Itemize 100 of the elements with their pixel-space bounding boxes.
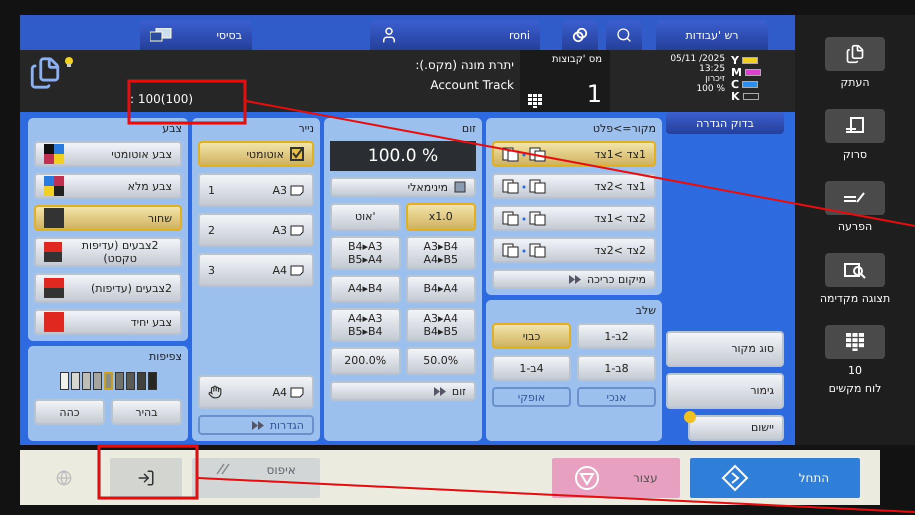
toner-letter: Y — [731, 54, 740, 66]
mode-tab[interactable]: בסיסי — [140, 20, 252, 50]
preview-icon — [844, 261, 866, 279]
double-arrow-icon — [434, 386, 446, 396]
tray-button[interactable]: 3 A4 — [198, 253, 314, 287]
panel-title: זום — [460, 122, 476, 135]
panel-title: שלב — [634, 304, 656, 317]
start-button[interactable]: התחל — [690, 458, 860, 498]
stop-icon — [574, 464, 600, 490]
color-option[interactable]: צבע אוטומטי — [34, 141, 182, 167]
interrupt-icon — [843, 191, 867, 205]
zoom-preset-button[interactable]: A4▸A3 B5▸B4 — [330, 308, 400, 342]
bypass-tray-button[interactable]: A4 — [198, 375, 314, 409]
settings-button[interactable]: הגדרות — [198, 415, 314, 435]
binding-button[interactable]: מיקום כריכה — [492, 269, 656, 289]
color-swatch-icon — [44, 242, 62, 262]
keypad-icon — [528, 94, 542, 108]
paper-icon — [290, 264, 304, 276]
copies-label: מס 'קבוצות — [550, 54, 602, 65]
screens-icon — [150, 28, 172, 42]
paper-auto-button[interactable]: אוטומטי — [198, 141, 314, 167]
paper-icon — [290, 184, 304, 196]
toner-letter: K — [731, 90, 740, 102]
sidebar-button[interactable] — [825, 109, 885, 143]
sidebar-button[interactable] — [825, 325, 885, 359]
checkbox-icon — [290, 147, 304, 161]
sidebar-button[interactable] — [825, 181, 885, 215]
density-button[interactable]: בהיר — [111, 399, 182, 425]
account-label: יתרת מונה (מקס.): — [415, 58, 514, 72]
sidebar-label: סרוק — [842, 148, 868, 161]
duplex-icon — [502, 210, 546, 226]
zoom-preset-button[interactable]: B4▸A3 B5▸A4 — [330, 236, 400, 270]
paper-icon — [290, 386, 304, 398]
user-icon — [380, 26, 398, 44]
zoom-more-button[interactable]: זום — [330, 381, 476, 401]
user-tab[interactable]: roni — [370, 20, 540, 50]
zoom-value: 100.0 % — [330, 141, 476, 171]
keypad-icon — [846, 333, 864, 351]
sidebar-label: העתק — [840, 76, 870, 89]
tray-button[interactable]: 1 A3 — [198, 173, 314, 207]
logout-button[interactable] — [110, 458, 182, 498]
zoom-preset-button[interactable]: A3▸A4 B4▸B5 — [406, 308, 476, 342]
search-icon — [616, 27, 632, 43]
color-swatch-icon — [44, 208, 64, 228]
notification-dot-icon — [684, 411, 696, 423]
combine-option[interactable]: כבוי — [492, 323, 571, 349]
duplex-option[interactable]: 2צד >2צד — [492, 237, 656, 263]
stop-button[interactable]: עצור — [552, 458, 680, 498]
function-button[interactable]: גימור — [666, 373, 784, 409]
link-tab[interactable] — [562, 20, 598, 50]
keypad-count: 10 — [848, 364, 862, 377]
color-option[interactable]: צבע מלא — [34, 173, 182, 199]
combine-option[interactable]: 8ב-1 — [577, 355, 656, 381]
color-swatch-icon — [44, 176, 64, 196]
hand-icon — [208, 385, 222, 399]
color-swatch-icon — [44, 144, 64, 164]
job-list-tab[interactable]: רש 'עבודות — [656, 20, 768, 50]
combine-option[interactable]: 2ב-1 — [577, 323, 656, 349]
toner-letter: M — [731, 66, 742, 78]
function-button[interactable]: סוג מקור — [666, 331, 784, 367]
zoom-preset-button[interactable]: A3▸B4 A4▸B5 — [406, 236, 476, 270]
link-icon — [572, 26, 588, 44]
zoom-preset-button[interactable]: x1.0 — [406, 203, 476, 231]
density-button[interactable]: כהה — [34, 399, 105, 425]
minimal-button[interactable]: מינימאלי — [330, 177, 476, 197]
toner-letter: C — [731, 78, 740, 90]
duplex-icon — [502, 146, 546, 162]
account-value: Account Track — [430, 78, 514, 92]
duplex-option[interactable]: 2צד >1צד — [492, 205, 656, 231]
time-text: 13:25 — [699, 64, 726, 74]
duplex-option[interactable]: 1צד >2צד — [492, 173, 656, 199]
tray-button[interactable]: 2 A3 — [198, 213, 314, 247]
zoom-preset-button[interactable]: אוט' — [330, 203, 400, 231]
search-tab[interactable] — [606, 20, 642, 50]
sidebar-button[interactable] — [825, 37, 885, 71]
copy-icon — [845, 44, 865, 64]
panel-title: צבע — [161, 122, 182, 135]
date-text: 05/11 /2025 — [670, 54, 726, 64]
combine-option[interactable]: 4ב-1 — [492, 355, 571, 381]
check-settings-button[interactable]: בדוק הגדרה — [666, 112, 784, 134]
zoom-preset-button[interactable]: B4▸A4 — [406, 275, 476, 303]
color-option[interactable]: שחור — [34, 205, 182, 231]
zoom-preset-button[interactable]: 50.0% — [406, 347, 476, 375]
zoom-preset-button[interactable]: A4▸B4 — [330, 275, 400, 303]
bulb-icon — [64, 56, 74, 68]
memory-label: זיכרון — [705, 74, 726, 84]
color-option[interactable]: 2צבעים (עדיפות) — [34, 273, 182, 303]
color-option[interactable]: צבע יחיד — [34, 309, 182, 335]
counter-value: : 100(100) — [130, 92, 194, 106]
double-arrow-icon — [252, 420, 264, 430]
double-arrow-icon — [568, 274, 581, 284]
color-swatch-icon — [44, 312, 64, 332]
duplex-option[interactable]: 1צד >1צד — [492, 141, 656, 167]
sidebar-button[interactable] — [825, 253, 885, 287]
zoom-preset-button[interactable]: 200.0% — [330, 347, 400, 375]
exit-icon — [137, 468, 155, 486]
memory-value: 100 % — [696, 84, 726, 94]
duplex-icon — [502, 178, 546, 194]
sidebar-label: תצוגה מקדימה — [820, 292, 890, 305]
color-option[interactable]: 2צבעים (עדיפות טקסט) — [34, 237, 182, 267]
